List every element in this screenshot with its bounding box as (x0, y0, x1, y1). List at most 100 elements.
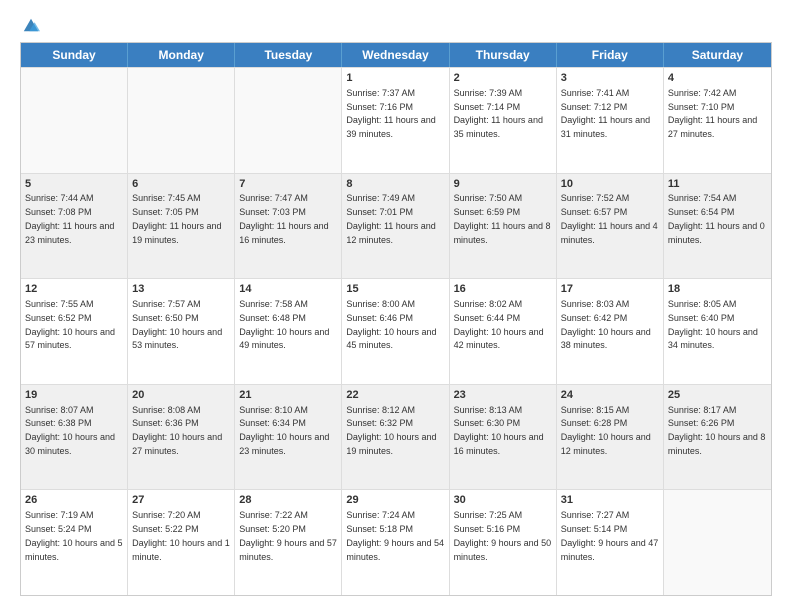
calendar-cell: 5Sunrise: 7:44 AM Sunset: 7:08 PM Daylig… (21, 174, 128, 279)
cell-info: Sunrise: 8:15 AM Sunset: 6:28 PM Dayligh… (561, 405, 651, 456)
calendar-cell: 19 Sunrise: 8:07 AM Sunset: 6:38 PM Dayli… (21, 385, 128, 490)
calendar-cell: 26 Sunrise: 7:19 AM Sunset: 5:24 PM Dayli… (21, 490, 128, 595)
day-number: 25 (668, 388, 767, 403)
day-number: 24 (561, 388, 659, 403)
day-number: 23 (454, 388, 552, 403)
cell-info: Sunrise: 8:07 AM Sunset: 6:38 PM Dayligh… (25, 405, 115, 456)
cell-info: Sunrise: 7:45 AM Sunset: 7:05 PM Dayligh… (132, 193, 221, 244)
cell-info: Sunrise: 8:00 AM Sunset: 6:46 PM Dayligh… (346, 299, 436, 350)
calendar-cell: 27Sunrise: 7:20 AM Sunset: 5:22 PM Dayli… (128, 490, 235, 595)
cell-info: Sunrise: 8:05 AM Sunset: 6:40 PM Dayligh… (668, 299, 758, 350)
calendar-cell: 9Sunrise: 7:50 AM Sunset: 6:59 PM Daylig… (450, 174, 557, 279)
calendar-cell: 8Sunrise: 7:49 AM Sunset: 7:01 PM Daylig… (342, 174, 449, 279)
day-number: 16 (454, 282, 552, 297)
day-header-friday: Friday (557, 43, 664, 67)
day-number: 6 (132, 177, 230, 192)
calendar-cell: 4 Sunrise: 7:42 AM Sunset: 7:10 PM Daylig… (664, 68, 771, 173)
calendar-cell (21, 68, 128, 173)
day-number: 31 (561, 493, 659, 508)
cell-info: Sunrise: 7:44 AM Sunset: 7:08 PM Dayligh… (25, 193, 114, 244)
calendar-cell (128, 68, 235, 173)
day-number: 20 (132, 388, 230, 403)
day-number: 11 (668, 177, 767, 192)
cell-info: Sunrise: 7:57 AM Sunset: 6:50 PM Dayligh… (132, 299, 222, 350)
day-number: 5 (25, 177, 123, 192)
day-number: 21 (239, 388, 337, 403)
day-header-saturday: Saturday (664, 43, 771, 67)
calendar-cell: 17 Sunrise: 8:03 AM Sunset: 6:42 PM Dayli… (557, 279, 664, 384)
calendar-cell (235, 68, 342, 173)
day-header-wednesday: Wednesday (342, 43, 449, 67)
calendar-cell: 18Sunrise: 8:05 AM Sunset: 6:40 PM Dayli… (664, 279, 771, 384)
calendar-row-1: 1Sunrise: 7:37 AM Sunset: 7:16 PM Daylig… (21, 67, 771, 173)
day-number: 27 (132, 493, 230, 508)
cell-info: Sunrise: 8:10 AM Sunset: 6:34 PM Dayligh… (239, 405, 329, 456)
logo-icon (22, 16, 40, 34)
cell-info: Sunrise: 7:25 AM Sunset: 5:16 PM Dayligh… (454, 510, 552, 561)
calendar-cell: 29Sunrise: 7:24 AM Sunset: 5:18 PM Dayli… (342, 490, 449, 595)
day-number: 26 (25, 493, 123, 508)
calendar-cell: 20 Sunrise: 8:08 AM Sunset: 6:36 PM Dayli… (128, 385, 235, 490)
calendar-cell: 24 Sunrise: 8:15 AM Sunset: 6:28 PM Dayli… (557, 385, 664, 490)
cell-info: Sunrise: 8:12 AM Sunset: 6:32 PM Dayligh… (346, 405, 436, 456)
day-number: 12 (25, 282, 123, 297)
day-number: 30 (454, 493, 552, 508)
day-number: 3 (561, 71, 659, 86)
cell-info: Sunrise: 7:19 AM Sunset: 5:24 PM Dayligh… (25, 510, 123, 561)
page: SundayMondayTuesdayWednesdayThursdayFrid… (0, 0, 792, 612)
day-number: 10 (561, 177, 659, 192)
day-number: 22 (346, 388, 444, 403)
cell-info: Sunrise: 7:24 AM Sunset: 5:18 PM Dayligh… (346, 510, 444, 561)
calendar-body: 1Sunrise: 7:37 AM Sunset: 7:16 PM Daylig… (21, 67, 771, 595)
cell-info: Sunrise: 7:54 AM Sunset: 6:54 PM Dayligh… (668, 193, 765, 244)
cell-info: Sunrise: 8:13 AM Sunset: 6:30 PM Dayligh… (454, 405, 544, 456)
cell-info: Sunrise: 8:02 AM Sunset: 6:44 PM Dayligh… (454, 299, 544, 350)
day-header-thursday: Thursday (450, 43, 557, 67)
calendar-cell: 7Sunrise: 7:47 AM Sunset: 7:03 PM Daylig… (235, 174, 342, 279)
cell-info: Sunrise: 8:03 AM Sunset: 6:42 PM Dayligh… (561, 299, 651, 350)
calendar-cell: 30 Sunrise: 7:25 AM Sunset: 5:16 PM Dayli… (450, 490, 557, 595)
calendar-cell: 1Sunrise: 7:37 AM Sunset: 7:16 PM Daylig… (342, 68, 449, 173)
day-header-tuesday: Tuesday (235, 43, 342, 67)
cell-info: Sunrise: 7:27 AM Sunset: 5:14 PM Dayligh… (561, 510, 659, 561)
calendar-cell (664, 490, 771, 595)
cell-info: Sunrise: 7:42 AM Sunset: 7:10 PM Dayligh… (668, 88, 757, 139)
calendar-cell: 22 Sunrise: 8:12 AM Sunset: 6:32 PM Dayli… (342, 385, 449, 490)
calendar-header: SundayMondayTuesdayWednesdayThursdayFrid… (21, 43, 771, 67)
calendar-cell: 16 Sunrise: 8:02 AM Sunset: 6:44 PM Dayli… (450, 279, 557, 384)
calendar-cell: 6Sunrise: 7:45 AM Sunset: 7:05 PM Daylig… (128, 174, 235, 279)
day-number: 19 (25, 388, 123, 403)
calendar-cell: 28 Sunrise: 7:22 AM Sunset: 5:20 PM Dayli… (235, 490, 342, 595)
day-number: 28 (239, 493, 337, 508)
cell-info: Sunrise: 7:55 AM Sunset: 6:52 PM Dayligh… (25, 299, 115, 350)
logo (20, 16, 40, 34)
day-number: 7 (239, 177, 337, 192)
day-number: 14 (239, 282, 337, 297)
day-number: 13 (132, 282, 230, 297)
day-number: 4 (668, 71, 767, 86)
calendar-cell: 12 Sunrise: 7:55 AM Sunset: 6:52 PM Dayli… (21, 279, 128, 384)
calendar-cell: 25Sunrise: 8:17 AM Sunset: 6:26 PM Dayli… (664, 385, 771, 490)
calendar: SundayMondayTuesdayWednesdayThursdayFrid… (20, 42, 772, 596)
calendar-cell: 15 Sunrise: 8:00 AM Sunset: 6:46 PM Dayli… (342, 279, 449, 384)
cell-info: Sunrise: 8:08 AM Sunset: 6:36 PM Dayligh… (132, 405, 222, 456)
day-number: 2 (454, 71, 552, 86)
calendar-row-2: 5Sunrise: 7:44 AM Sunset: 7:08 PM Daylig… (21, 173, 771, 279)
calendar-row-3: 12 Sunrise: 7:55 AM Sunset: 6:52 PM Dayli… (21, 278, 771, 384)
cell-info: Sunrise: 7:22 AM Sunset: 5:20 PM Dayligh… (239, 510, 337, 561)
day-number: 9 (454, 177, 552, 192)
calendar-cell: 11Sunrise: 7:54 AM Sunset: 6:54 PM Dayli… (664, 174, 771, 279)
cell-info: Sunrise: 7:52 AM Sunset: 6:57 PM Dayligh… (561, 193, 658, 244)
day-header-monday: Monday (128, 43, 235, 67)
calendar-cell: 23 Sunrise: 8:13 AM Sunset: 6:30 PM Dayli… (450, 385, 557, 490)
calendar-row-4: 19 Sunrise: 8:07 AM Sunset: 6:38 PM Dayli… (21, 384, 771, 490)
calendar-cell: 21 Sunrise: 8:10 AM Sunset: 6:34 PM Dayli… (235, 385, 342, 490)
cell-info: Sunrise: 7:58 AM Sunset: 6:48 PM Dayligh… (239, 299, 329, 350)
cell-info: Sunrise: 7:41 AM Sunset: 7:12 PM Dayligh… (561, 88, 650, 139)
day-number: 8 (346, 177, 444, 192)
calendar-cell: 2Sunrise: 7:39 AM Sunset: 7:14 PM Daylig… (450, 68, 557, 173)
cell-info: Sunrise: 7:50 AM Sunset: 6:59 PM Dayligh… (454, 193, 551, 244)
calendar-row-5: 26 Sunrise: 7:19 AM Sunset: 5:24 PM Dayli… (21, 489, 771, 595)
day-number: 17 (561, 282, 659, 297)
day-number: 15 (346, 282, 444, 297)
